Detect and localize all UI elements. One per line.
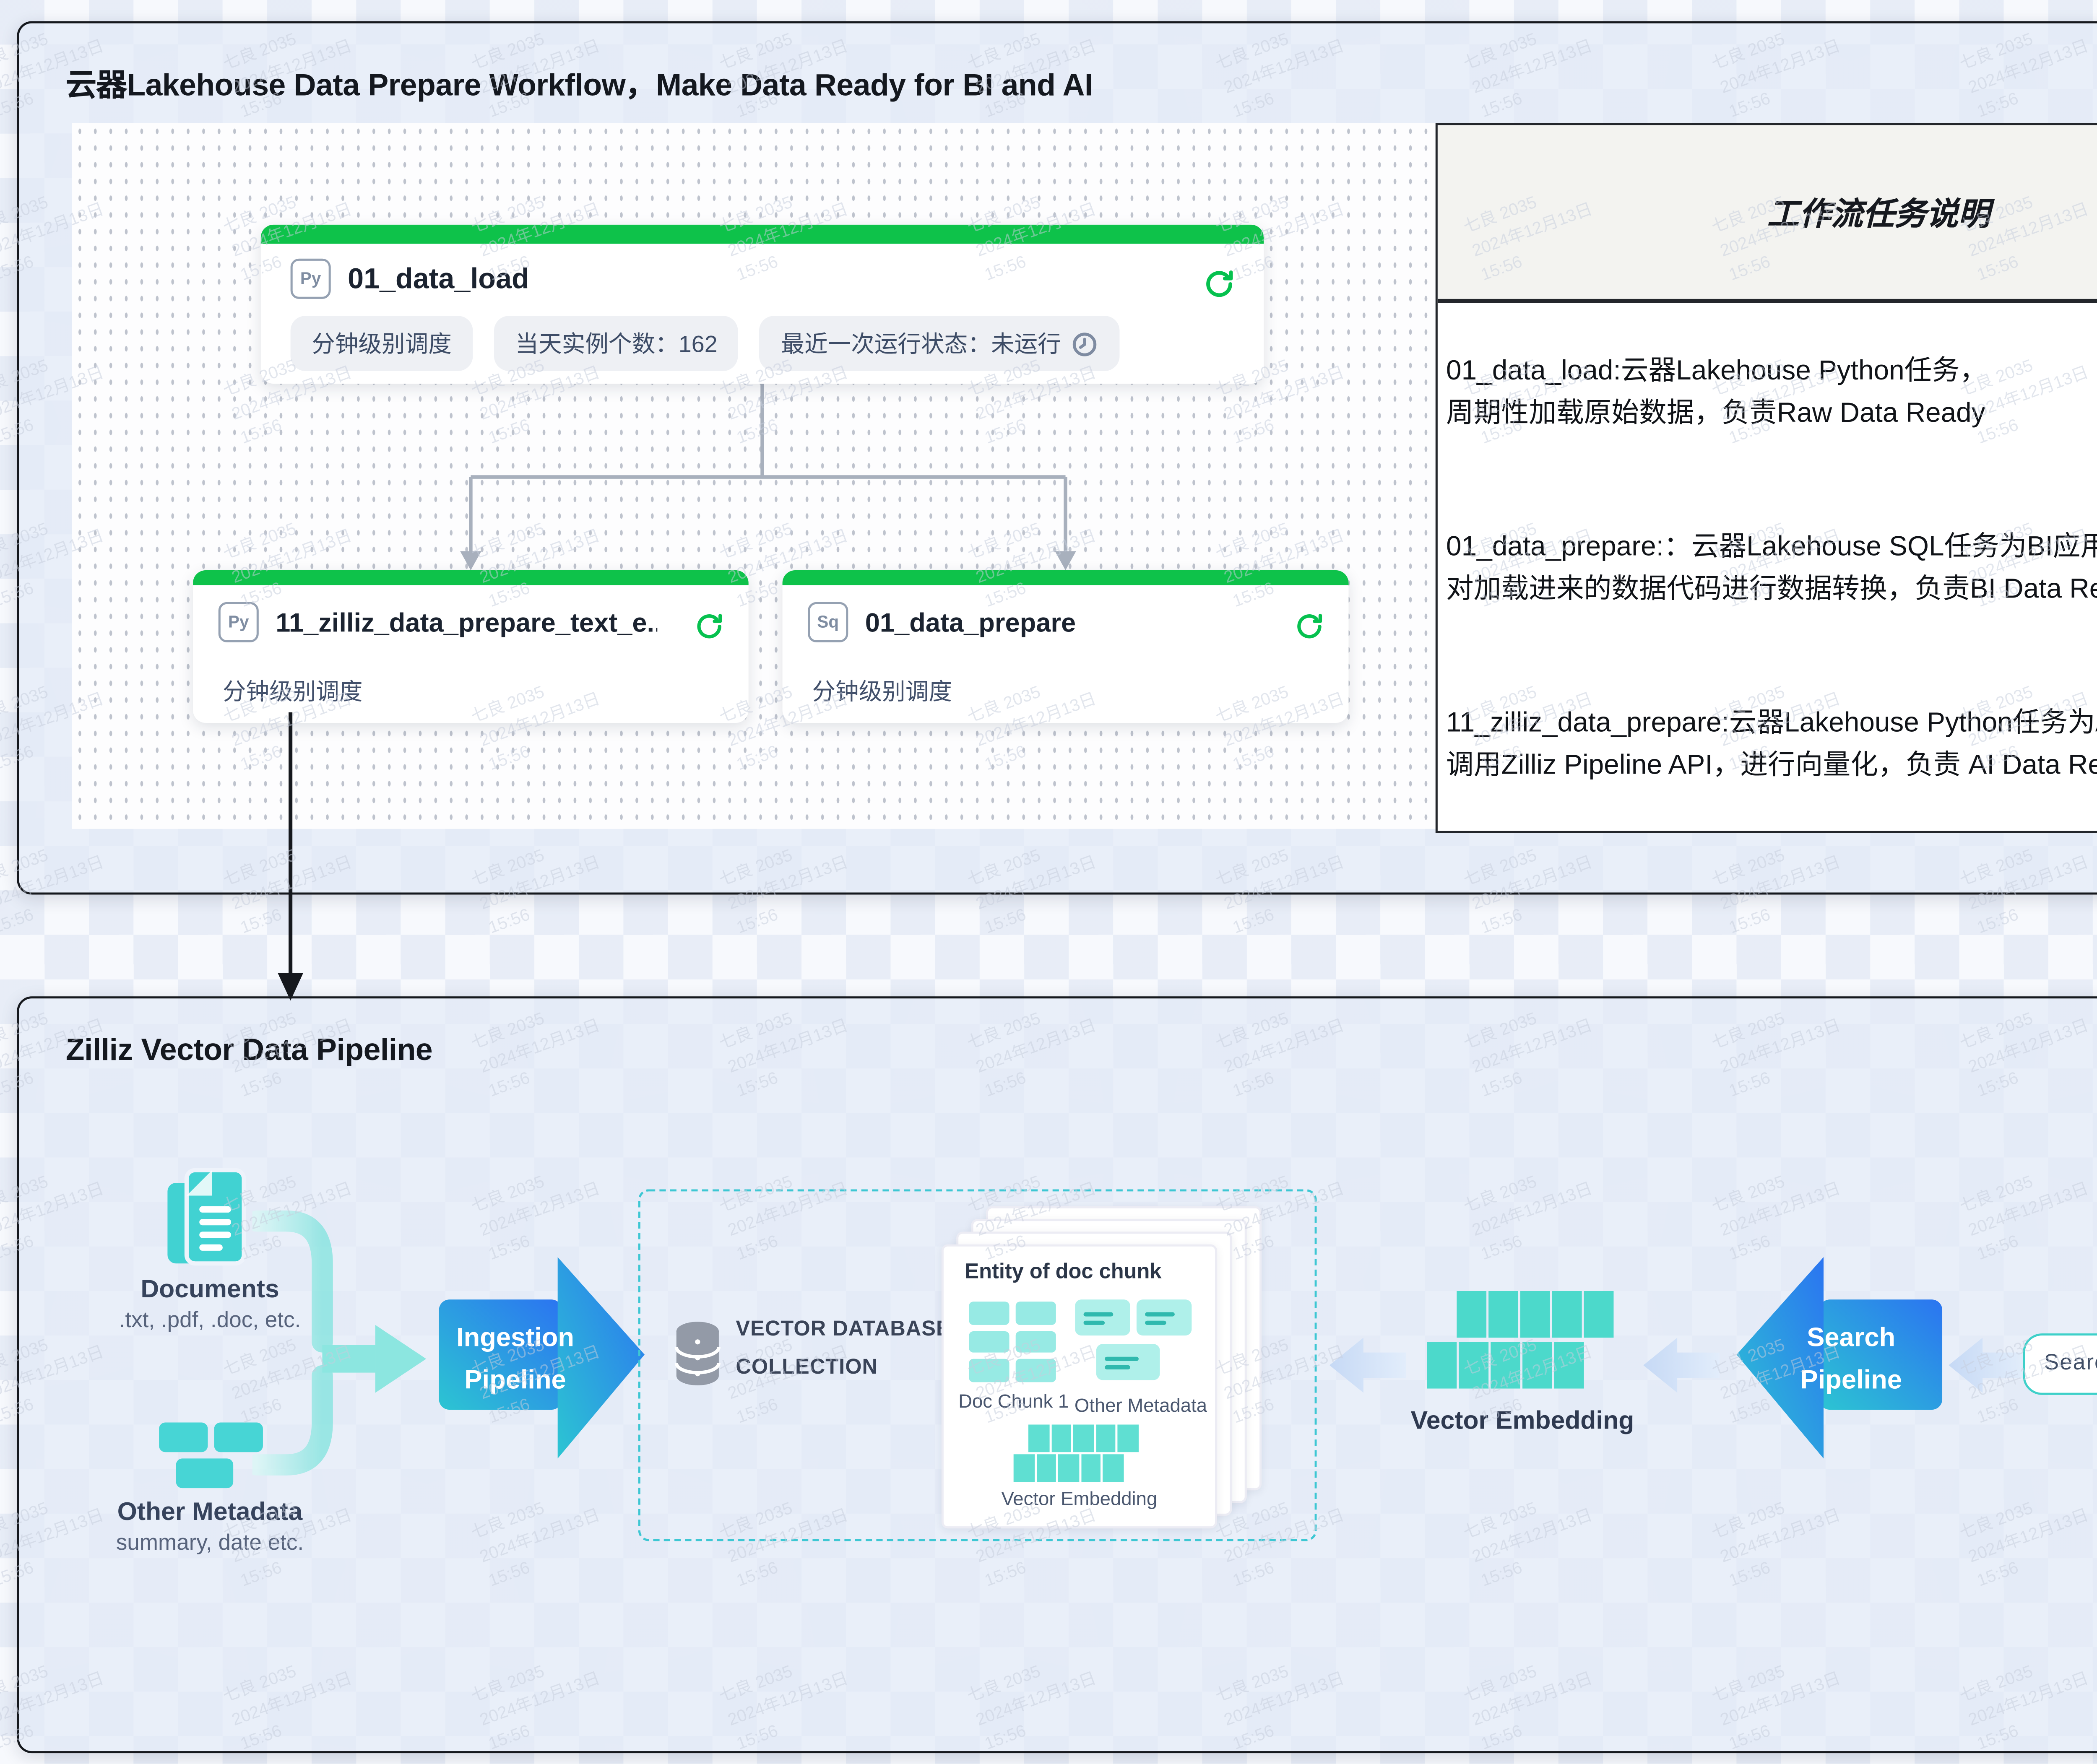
note-paragraph: 11_zilliz_data_prepare:云器Lakehouse Pytho… (1446, 701, 2097, 784)
database-icon (672, 1321, 723, 1389)
entity-card-title: Entity of doc chunk (965, 1261, 1161, 1285)
metadata-mini-card (1096, 1344, 1160, 1380)
embedding-cells (1457, 1291, 1613, 1338)
metadata-mini-card (1075, 1299, 1130, 1335)
cell (1028, 1424, 1048, 1452)
cell (1459, 1342, 1487, 1388)
workflow-panel: 云器Lakehouse Data Prepare Workflow，Make D… (17, 21, 2097, 895)
task-notes-panel: 工作流任务说明 01_data_load:云器Lakehouse Python任… (1436, 123, 2097, 833)
metadata-mini-card (1137, 1299, 1192, 1335)
pipeline-panel-title: Zilliz Vector Data Pipeline (66, 1034, 432, 1068)
collection-label-line1: VECTOR DATABASE (736, 1319, 950, 1342)
workflow-panel-title: 云器Lakehouse Data Prepare Workflow，Make D… (66, 62, 1093, 106)
notes-title: 工作流任务说明 (1438, 125, 2097, 303)
cell (1522, 1342, 1551, 1388)
workflow-to-pipeline-arrow (271, 712, 314, 1001)
cell (1117, 1424, 1137, 1452)
cell (969, 1359, 1009, 1381)
vector-embedding-label: Vector Embedding (1384, 1405, 1660, 1435)
cell (1427, 1342, 1456, 1388)
collection-label-line2: COLLECTION (736, 1357, 878, 1380)
python-task-icon: Py (219, 602, 259, 642)
schedule-label: 分钟级别调度 (812, 674, 952, 708)
cell (1554, 1342, 1583, 1388)
instance-count-badge: 当天实例个数：162 (494, 316, 739, 371)
workflow-node-data-load[interactable]: Py 01_data_load 分钟级别调度 当天实例个数：162 最近一次运行… (261, 225, 1264, 384)
node-title: 01_data_prepare (865, 607, 1076, 637)
ingestion-pipeline-label: IngestionPipeline (439, 1317, 592, 1401)
merge-arrow (252, 1168, 447, 1490)
documents-icon (163, 1168, 256, 1278)
node-status-bar (783, 570, 1349, 585)
vector-embedding-group (1427, 1291, 1622, 1393)
cell (1016, 1302, 1056, 1324)
left-arrow-icon (1949, 1333, 2025, 1397)
cell (1058, 1454, 1078, 1482)
embedding-mini-label: Vector Embedding (944, 1488, 1215, 1509)
cell (1051, 1424, 1071, 1452)
embedding-cells (1028, 1424, 1137, 1452)
cell (1073, 1424, 1093, 1452)
node-status-bar (193, 570, 749, 585)
cell (1584, 1291, 1613, 1338)
note-paragraph: 01_data_prepare:：云器Lakehouse SQL任务为BI应用准… (1446, 526, 2097, 608)
cell (1036, 1454, 1056, 1482)
cell (1016, 1359, 1056, 1381)
cell (969, 1302, 1009, 1324)
embedding-cells (1014, 1454, 1123, 1482)
cell (1552, 1291, 1581, 1338)
cell (1016, 1330, 1056, 1353)
node-title: 11_zilliz_data_prepare_text_e... (276, 607, 657, 637)
search-query-text: Search Query Text (2044, 1335, 2097, 1393)
python-task-icon: Py (291, 259, 331, 299)
schedule-label: 分钟级别调度 (223, 674, 363, 708)
refresh-icon[interactable] (1296, 613, 1325, 642)
workflow-node-data-prepare[interactable]: Sq 01_data_prepare 分钟级别调度 (783, 570, 1349, 723)
workflow-node-zilliz-prepare[interactable]: Py 11_zilliz_data_prepare_text_e... 分钟级别… (193, 570, 749, 723)
sql-task-icon: Sq (808, 602, 848, 642)
refresh-icon[interactable] (1205, 269, 1234, 299)
schedule-badge: 分钟级别调度 (291, 316, 473, 371)
embedding-cells (1427, 1342, 1583, 1388)
zilliz-pipeline-panel: Zilliz Vector Data Pipeline Documents .t… (17, 996, 2097, 1753)
left-arrow-icon (1643, 1333, 1720, 1397)
note-paragraph: 01_data_load:云器Lakehouse Python任务，周期性加载原… (1446, 350, 2097, 432)
node-title: 01_data_load (348, 263, 529, 295)
cell (1103, 1454, 1123, 1482)
cell (1457, 1291, 1485, 1338)
cell (1520, 1291, 1549, 1338)
refresh-icon[interactable] (695, 613, 725, 642)
node-status-bar (261, 225, 1264, 244)
cell (1014, 1454, 1034, 1482)
last-run-status-badge: 最近一次运行状态：未运行 (760, 316, 1120, 371)
cell (1491, 1342, 1519, 1388)
metadata-mini-label: Other Metadata (1071, 1395, 1211, 1416)
entity-card: Entity of doc chunk Doc Chunk 1 Other Me… (942, 1244, 1217, 1528)
search-pipeline-label: SearchPipeline (1775, 1317, 1928, 1401)
doc-chunk-label: Doc Chunk 1 (952, 1391, 1075, 1412)
doc-chunk-blocks (969, 1302, 1056, 1381)
cell (1488, 1291, 1517, 1338)
cell (969, 1330, 1009, 1353)
cell (1080, 1454, 1101, 1482)
clock-icon (1072, 330, 1099, 357)
search-query-input[interactable]: Search Query Text (2023, 1333, 2097, 1395)
left-arrow-icon (1329, 1333, 1406, 1397)
metadata-label: Other Metadata summary, date etc. (62, 1496, 359, 1556)
diagram-stage: 云器Lakehouse Data Prepare Workflow，Make D… (0, 0, 2097, 1764)
cell (1095, 1424, 1115, 1452)
